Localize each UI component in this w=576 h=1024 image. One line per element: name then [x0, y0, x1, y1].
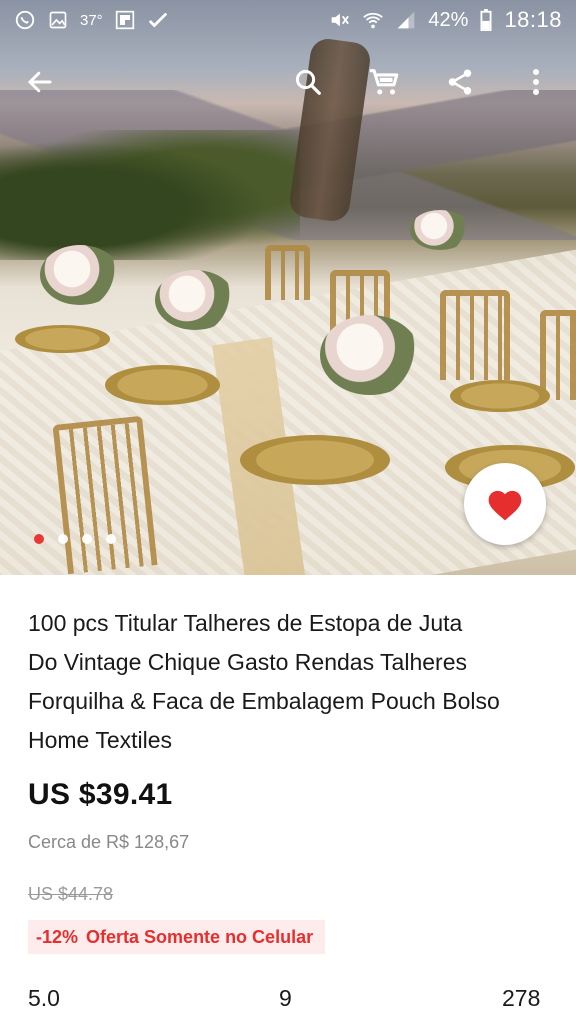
photo-centerpiece: [410, 210, 470, 250]
pager-dot[interactable]: [106, 534, 116, 544]
photo-chair: [440, 290, 510, 380]
product-title-line: Do Vintage Chique Gasto Rendas Talheres: [28, 649, 467, 675]
flipboard-icon: [115, 10, 135, 30]
back-arrow-icon: [27, 71, 52, 93]
battery-percentage: 42%: [428, 8, 469, 31]
pager-dot[interactable]: [82, 534, 92, 544]
photo-plate: [240, 435, 390, 485]
status-bar: 37° 42% 18:18: [0, 0, 576, 40]
status-bar-right: 42% 18:18: [328, 7, 562, 33]
approx-local-price: Cerca de R$ 128,67: [28, 832, 190, 852]
photo-foliage: [0, 130, 300, 260]
review-count[interactable]: 9: [279, 985, 292, 1012]
photo-centerpiece: [155, 270, 235, 330]
back-button[interactable]: [18, 60, 62, 104]
share-button[interactable]: [438, 60, 482, 104]
cart-button[interactable]: [362, 60, 406, 104]
order-count: 278: [502, 985, 541, 1011]
whatsapp-icon: [14, 9, 36, 31]
wishlist-button[interactable]: [464, 463, 546, 545]
search-icon: [295, 69, 321, 95]
status-bar-left: 37°: [14, 9, 169, 31]
product-title-line: Forquilha & Faca de Embalagem Pouch Bols…: [28, 688, 500, 714]
photo-plate: [450, 380, 550, 412]
discount-percent: -12%: [36, 926, 79, 947]
check-icon: [147, 9, 169, 31]
product-title-line: 100 pcs Titular Talheres de Estopa de Ju…: [28, 610, 463, 636]
temperature-icon: 37°: [80, 11, 103, 29]
discount-label: Oferta Somente no Celular: [86, 926, 314, 947]
gallery-icon: [48, 10, 68, 30]
photo-centerpiece: [320, 315, 420, 395]
product-toolbar: [0, 52, 576, 112]
cart-icon: [369, 69, 399, 95]
photo-plate: [15, 325, 110, 353]
photo-centerpiece: [40, 245, 120, 305]
photo-chair: [540, 310, 576, 400]
pager-dot[interactable]: [58, 534, 68, 544]
clock: 18:18: [504, 7, 562, 32]
share-icon: [448, 69, 472, 95]
wifi-icon: [362, 9, 384, 31]
product-stats: 5.0 9 278: [0, 985, 576, 1015]
signal-icon: [396, 10, 416, 30]
heart-icon: [488, 490, 522, 521]
rating-value[interactable]: 5.0: [28, 985, 60, 1012]
image-pager: [34, 534, 116, 544]
more-vert-icon: [533, 69, 539, 95]
photo-plate: [105, 365, 220, 405]
current-price: US $39.41: [28, 778, 173, 811]
pager-dot[interactable]: [34, 534, 44, 544]
mute-icon: [328, 9, 350, 31]
photo-chair: [265, 245, 310, 300]
more-options-button[interactable]: [514, 60, 558, 104]
product-title-line: Home Textiles: [28, 727, 173, 753]
product-title: 100 pcs Titular Talheres de Estopa de Ju…: [28, 604, 558, 760]
toolbar-actions: [286, 60, 558, 104]
photo-chair: [52, 415, 158, 575]
search-button[interactable]: [286, 60, 330, 104]
battery-icon: [480, 9, 492, 31]
original-price: US $44.78: [28, 884, 114, 904]
mobile-discount-badge: -12% Oferta Somente no Celular: [28, 920, 326, 954]
